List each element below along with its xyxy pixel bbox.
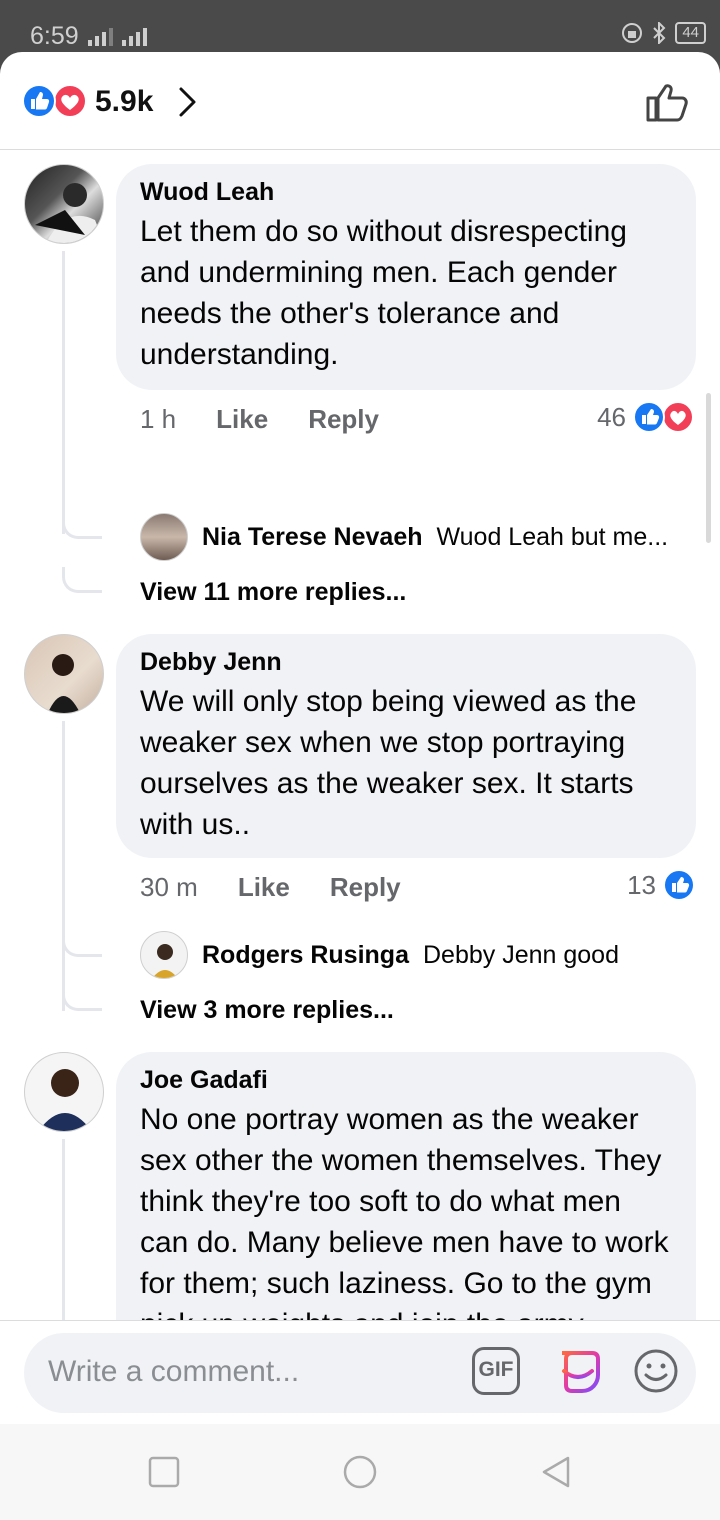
comment-author[interactable]: Wuod Leah bbox=[140, 178, 672, 207]
chevron-right-icon[interactable] bbox=[176, 86, 200, 118]
comment-bubble[interactable]: Wuod Leah Let them do so without disresp… bbox=[116, 164, 696, 390]
reaction-count: 13 bbox=[627, 869, 656, 900]
reply-button[interactable]: Reply bbox=[330, 872, 401, 903]
reply-author[interactable]: Rodgers Rusinga bbox=[202, 941, 409, 970]
comment-time[interactable]: 30 m bbox=[140, 872, 198, 903]
thumbs-up-icon[interactable] bbox=[644, 80, 692, 124]
like-reaction-icon bbox=[663, 869, 695, 901]
reaction-count[interactable]: 5.9k bbox=[95, 85, 153, 119]
sticker-icon[interactable] bbox=[552, 1347, 602, 1397]
battery-indicator: 44 bbox=[675, 22, 706, 44]
status-icons: 44 bbox=[621, 22, 706, 44]
comments-sheet: 5.9k Wuod Leah Let them do so without di… bbox=[0, 52, 720, 1424]
reactions-header: 5.9k bbox=[0, 52, 720, 150]
reply-text: Debby Jenn good bbox=[422, 940, 619, 969]
reply-author[interactable]: Nia Terese Nevaeh bbox=[202, 523, 423, 552]
comment-reactions[interactable]: 46 bbox=[597, 400, 696, 434]
comment-text: We will only stop being viewed as the we… bbox=[140, 685, 637, 841]
recent-apps-button[interactable] bbox=[146, 1454, 182, 1490]
back-button[interactable] bbox=[538, 1454, 574, 1490]
thread-branch bbox=[62, 985, 102, 1011]
comment-actions: 1 h Like Reply bbox=[140, 404, 379, 435]
home-button[interactable] bbox=[342, 1454, 378, 1490]
reply-preview[interactable]: Rodgers Rusinga Debby Jenn good bbox=[140, 931, 619, 979]
status-time: 6:59 bbox=[30, 22, 79, 50]
comment-author[interactable]: Joe Gadafi bbox=[140, 1066, 672, 1095]
love-reaction-icon bbox=[53, 84, 87, 118]
lock-rotation-icon bbox=[622, 23, 643, 43]
comment-input[interactable]: Write a comment... GIF bbox=[24, 1333, 696, 1413]
avatar[interactable] bbox=[24, 164, 104, 244]
avatar[interactable] bbox=[24, 634, 104, 714]
gif-icon[interactable]: GIF bbox=[472, 1347, 520, 1395]
like-reaction-icon bbox=[22, 84, 56, 118]
comment-text: No one portray women as the weaker sex o… bbox=[140, 1103, 669, 1321]
like-button[interactable]: Like bbox=[216, 404, 268, 435]
reply-text: Wuod Leah but me... bbox=[436, 522, 669, 551]
comments-list: Wuod Leah Let them do so without disresp… bbox=[0, 151, 720, 1321]
reaction-count: 46 bbox=[597, 401, 626, 432]
bluetooth-icon bbox=[653, 22, 666, 44]
thread-line bbox=[62, 721, 65, 1011]
thread-branch bbox=[62, 931, 102, 957]
view-more-replies[interactable]: View 11 more replies... bbox=[140, 578, 406, 607]
reply-button[interactable]: Reply bbox=[308, 404, 379, 435]
comment-bubble[interactable]: Joe Gadafi No one portray women as the w… bbox=[116, 1052, 696, 1321]
comment-bubble[interactable]: Debby Jenn We will only stop being viewe… bbox=[116, 634, 696, 858]
thread-line bbox=[62, 251, 65, 534]
like-love-reaction-icons bbox=[633, 401, 694, 433]
comment-placeholder: Write a comment... bbox=[48, 1355, 300, 1388]
avatar[interactable] bbox=[140, 931, 188, 979]
signal-icon-2 bbox=[122, 26, 147, 46]
system-nav-bar bbox=[0, 1424, 720, 1520]
comment-actions: 30 m Like Reply bbox=[140, 872, 401, 903]
thread-line bbox=[62, 1139, 65, 1321]
avatar[interactable] bbox=[140, 513, 188, 561]
like-button[interactable]: Like bbox=[238, 872, 290, 903]
reply-preview[interactable]: Nia Terese Nevaeh Wuod Leah but me... bbox=[140, 513, 668, 561]
comment-composer: Write a comment... GIF bbox=[0, 1320, 720, 1424]
comment-author[interactable]: Debby Jenn bbox=[140, 648, 672, 677]
scrollbar[interactable] bbox=[706, 393, 711, 543]
view-more-replies[interactable]: View 3 more replies... bbox=[140, 996, 394, 1025]
emoji-icon[interactable] bbox=[632, 1347, 680, 1395]
signal-icon bbox=[88, 26, 113, 46]
comment-reactions[interactable]: 13 bbox=[627, 868, 696, 902]
thread-branch bbox=[62, 567, 102, 593]
thread-branch bbox=[62, 513, 102, 539]
comment-time[interactable]: 1 h bbox=[140, 404, 176, 435]
reaction-icons[interactable] bbox=[22, 84, 88, 118]
status-bar: 6:59 44 bbox=[0, 0, 720, 60]
avatar[interactable] bbox=[24, 1052, 104, 1132]
comment-text: Let them do so without disrespecting and… bbox=[140, 215, 627, 371]
